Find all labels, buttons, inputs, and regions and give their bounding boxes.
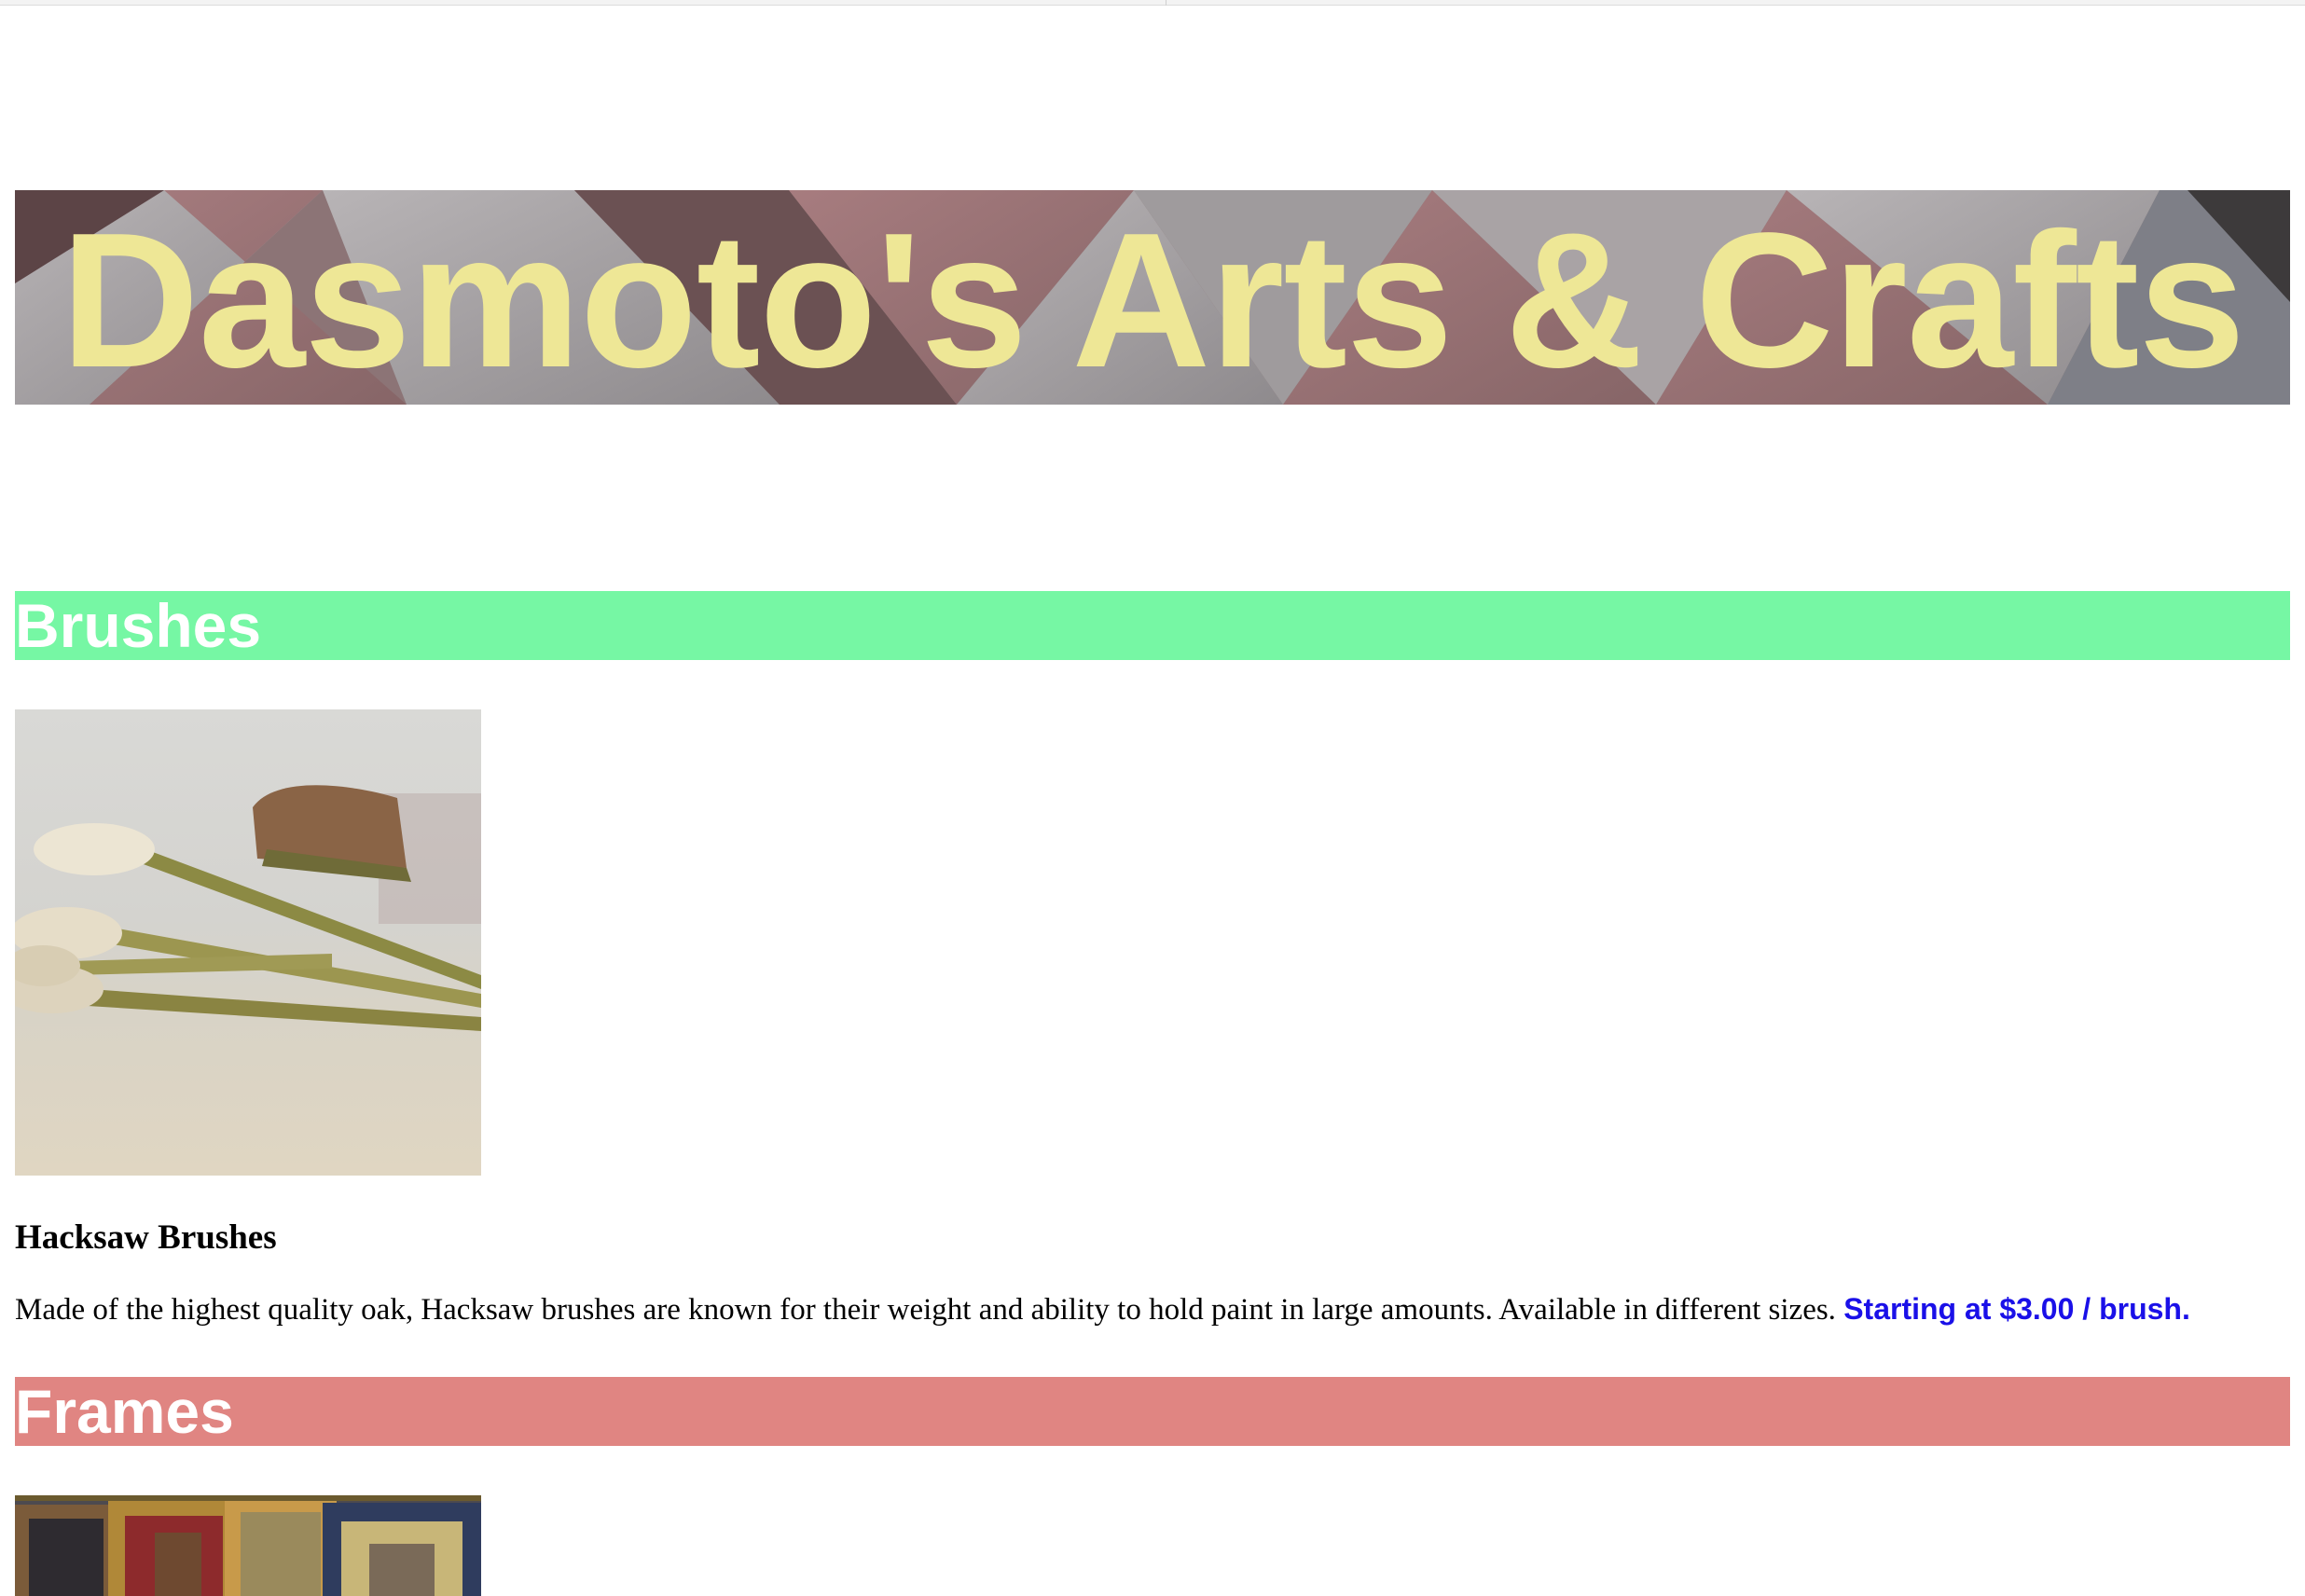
product-description: Made of the highest quality oak, Hacksaw…	[15, 1287, 2290, 1331]
site-title: Dasmoto's Arts & Crafts	[60, 193, 2245, 405]
paint-brushes-photo-icon	[15, 709, 481, 1176]
header-banner: Dasmoto's Arts & Crafts	[15, 190, 2290, 405]
price-label: Starting at $3.00 / brush.	[1843, 1292, 2190, 1326]
description-text: Made of the highest quality oak, Hacksaw…	[15, 1293, 1836, 1327]
frames-section-header: Frames	[15, 1377, 2290, 1446]
frames-image	[15, 1495, 481, 1596]
picture-frames-photo-icon	[15, 1495, 481, 1596]
product-name-hacksaw-brushes: Hacksaw Brushes	[15, 1218, 277, 1257]
browser-top-edge	[0, 0, 2305, 6]
page: Dasmoto's Arts & Crafts Brushes Hacksaw …	[0, 0, 2305, 1596]
brushes-section-header: Brushes	[15, 591, 2290, 660]
hacksaw-brushes-image	[15, 709, 481, 1176]
